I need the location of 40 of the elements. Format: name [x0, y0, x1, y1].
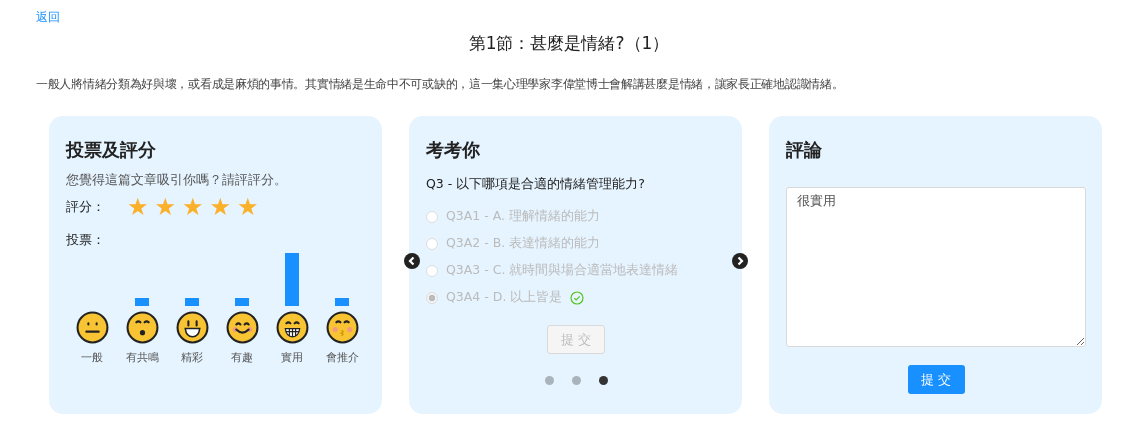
page-dot[interactable]: [598, 376, 608, 385]
comment-field[interactable]: 很實用: [786, 187, 1086, 347]
previous-icon[interactable]: [404, 253, 420, 269]
star-icon[interactable]: ★: [154, 195, 177, 219]
emoji-icon[interactable]: [125, 311, 159, 344]
vote-bar: [235, 298, 249, 306]
votes-label: 投票：: [66, 231, 105, 249]
emoji-icon[interactable]: [275, 311, 309, 344]
card-title: 投票及評分: [66, 138, 157, 162]
star-icon[interactable]: ★: [209, 195, 232, 219]
emoji-icon[interactable]: [75, 311, 109, 344]
vote-label: 會推介: [325, 350, 359, 365]
next-icon[interactable]: [732, 253, 748, 269]
emoji-icon[interactable]: [175, 311, 209, 344]
submit-button[interactable]: 提 交: [907, 365, 965, 394]
vote-bar: [185, 298, 199, 306]
star-rating[interactable]: ★ ★ ★ ★ ★: [127, 195, 259, 219]
rating-prompt: 您覺得這篇文章吸引你嗎？請評評分。: [66, 172, 288, 189]
question-text: Q3 - 以下哪項是合適的情緒管理能力?: [426, 176, 646, 193]
vote-label: 實用: [281, 350, 303, 365]
emoji-icon[interactable]: [225, 311, 259, 344]
card-title: 評論: [786, 138, 823, 162]
vote-bar: [285, 253, 299, 306]
star-icon[interactable]: ★: [237, 195, 259, 219]
rating-label: 評分：: [66, 198, 105, 216]
vote-label: 有趣: [231, 350, 253, 365]
card-title: 考考你: [426, 138, 481, 162]
emoji-icon[interactable]: [325, 311, 359, 344]
star-icon[interactable]: ★: [182, 195, 204, 219]
vote-label: 有共鳴: [125, 350, 159, 365]
back-link[interactable]: 返回: [36, 9, 60, 26]
description: 一般人將情緒分類為好與壞，或看成是麻煩的事情。其實情緒是生命中不可或缺的，這一集心理學家李偉堂博士會解講甚麼是情緒，讓家長正確地認識情緒。: [36, 77, 845, 92]
vote-bar: [335, 298, 349, 306]
vote-label: 精彩: [181, 350, 203, 365]
page-dot[interactable]: [544, 376, 554, 385]
star-icon[interactable]: ★: [127, 195, 149, 219]
page-dot[interactable]: [571, 376, 581, 385]
vote-bar: [135, 298, 149, 306]
vote-label: 一般: [81, 350, 103, 365]
page-title: 第1節：甚麼是情緒?（1）: [467, 32, 671, 55]
